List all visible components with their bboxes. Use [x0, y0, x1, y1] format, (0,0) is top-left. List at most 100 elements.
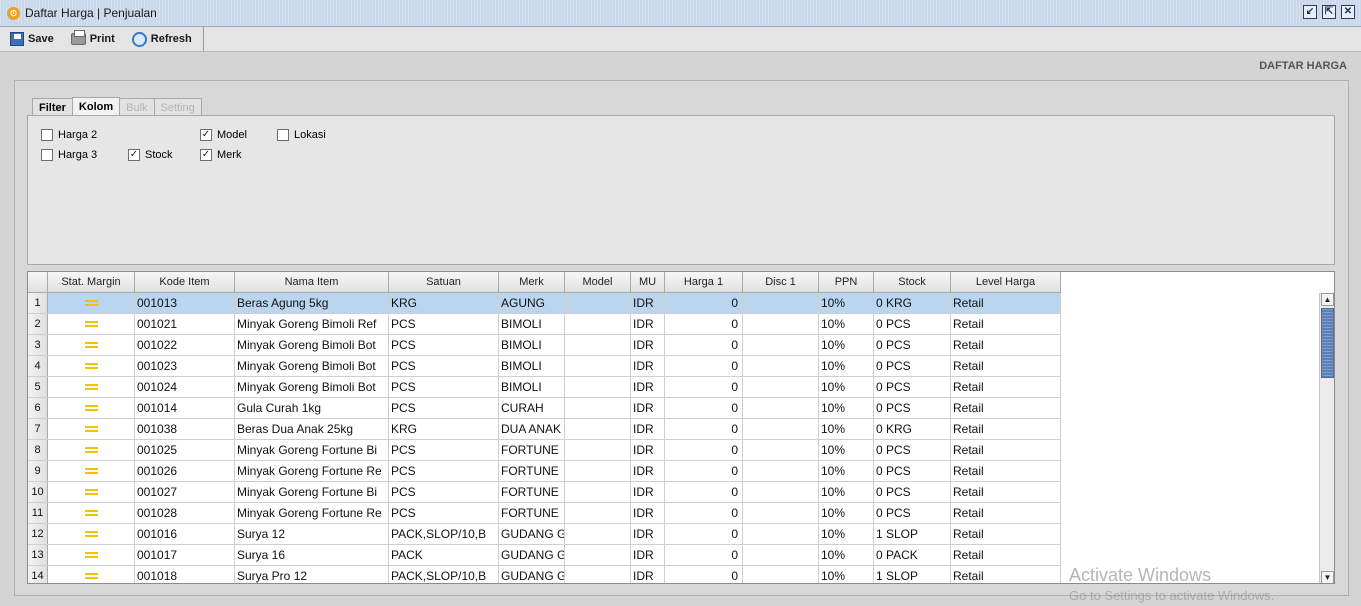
column-header[interactable]: Satuan	[389, 272, 499, 293]
cell-merk[interactable]: FORTUNE	[499, 461, 565, 481]
cell-stock[interactable]: 0 KRG	[874, 293, 951, 313]
column-header[interactable]: Stock	[874, 272, 951, 293]
cell-level[interactable]: Retail	[951, 482, 1061, 502]
cell-satuan[interactable]: PCS	[389, 398, 499, 418]
checkbox-box[interactable]	[41, 129, 53, 141]
checkbox-box[interactable]: ✓	[128, 149, 140, 161]
cell-satuan[interactable]: PCS	[389, 356, 499, 376]
cell-harga1[interactable]: 0	[665, 503, 743, 523]
checkbox-harga-3[interactable]: Harga 3	[41, 149, 97, 161]
cell-ppn[interactable]: 10%	[819, 314, 874, 334]
margin-status-cell[interactable]	[48, 482, 135, 502]
table-row[interactable]: 12 001016 Surya 12 PACK,SLOP/10,B GUDANG G ID…	[28, 524, 1061, 545]
margin-status-cell[interactable]	[48, 440, 135, 460]
cell-mu[interactable]: IDR	[631, 545, 665, 565]
column-header[interactable]: Stat. Margin	[48, 272, 135, 293]
cell-disc1[interactable]	[743, 398, 819, 418]
table-row[interactable]: 5 001024 Minyak Goreng Bimoli Bot PCS BIMOLI…	[28, 377, 1061, 398]
scroll-down-icon[interactable]: ▼	[1321, 571, 1334, 583]
cell-model[interactable]	[565, 566, 631, 583]
cell-stock[interactable]: 0 PCS	[874, 356, 951, 376]
cell-disc1[interactable]	[743, 356, 819, 376]
column-header[interactable]: Merk	[499, 272, 565, 293]
margin-status-cell[interactable]	[48, 545, 135, 565]
cell-nama[interactable]: Minyak Goreng Fortune Bi	[235, 440, 389, 460]
cell-nama[interactable]: Surya 16	[235, 545, 389, 565]
cell-nama[interactable]: Minyak Goreng Bimoli Ref	[235, 314, 389, 334]
cell-stock[interactable]: 0 PACK	[874, 545, 951, 565]
tab-kolom[interactable]: Kolom	[71, 97, 121, 116]
cell-level[interactable]: Retail	[951, 377, 1061, 397]
cell-model[interactable]	[565, 356, 631, 376]
cell-nama[interactable]: Surya 12	[235, 524, 389, 544]
cell-merk[interactable]: CURAH	[499, 398, 565, 418]
refresh-button[interactable]: Refresh	[122, 28, 199, 50]
cell-mu[interactable]: IDR	[631, 419, 665, 439]
cell-harga1[interactable]: 0	[665, 293, 743, 313]
margin-status-cell[interactable]	[48, 524, 135, 544]
cell-satuan[interactable]: PCS	[389, 461, 499, 481]
checkbox-box[interactable]: ✓	[200, 149, 212, 161]
cell-nama[interactable]: Minyak Goreng Bimoli Bot	[235, 377, 389, 397]
cell-kode[interactable]: 001018	[135, 566, 235, 583]
vertical-scrollbar[interactable]: ▲ ▼	[1319, 293, 1334, 583]
cell-model[interactable]	[565, 398, 631, 418]
cell-harga1[interactable]: 0	[665, 335, 743, 355]
cell-stock[interactable]: 0 PCS	[874, 377, 951, 397]
cell-nama[interactable]: Minyak Goreng Fortune Re	[235, 503, 389, 523]
cell-mu[interactable]: IDR	[631, 335, 665, 355]
cell-ppn[interactable]: 10%	[819, 524, 874, 544]
margin-status-cell[interactable]	[48, 398, 135, 418]
margin-status-cell[interactable]	[48, 335, 135, 355]
cell-model[interactable]	[565, 503, 631, 523]
cell-harga1[interactable]: 0	[665, 377, 743, 397]
table-row[interactable]: 8 001025 Minyak Goreng Fortune Bi PCS FORTUN…	[28, 440, 1061, 461]
cell-stock[interactable]: 0 PCS	[874, 482, 951, 502]
cell-nama[interactable]: Gula Curah 1kg	[235, 398, 389, 418]
cell-merk[interactable]: BIMOLI	[499, 356, 565, 376]
cell-level[interactable]: Retail	[951, 461, 1061, 481]
cell-disc1[interactable]	[743, 482, 819, 502]
cell-disc1[interactable]	[743, 440, 819, 460]
margin-status-cell[interactable]	[48, 503, 135, 523]
cell-ppn[interactable]: 10%	[819, 293, 874, 313]
cell-kode[interactable]: 001028	[135, 503, 235, 523]
cell-stock[interactable]: 0 PCS	[874, 503, 951, 523]
cell-mu[interactable]: IDR	[631, 377, 665, 397]
checkbox-box[interactable]	[277, 129, 289, 141]
cell-ppn[interactable]: 10%	[819, 377, 874, 397]
cell-disc1[interactable]	[743, 377, 819, 397]
cell-level[interactable]: Retail	[951, 545, 1061, 565]
cell-ppn[interactable]: 10%	[819, 335, 874, 355]
cell-disc1[interactable]	[743, 314, 819, 334]
cell-ppn[interactable]: 10%	[819, 503, 874, 523]
cell-mu[interactable]: IDR	[631, 503, 665, 523]
cell-kode[interactable]: 001025	[135, 440, 235, 460]
cell-level[interactable]: Retail	[951, 440, 1061, 460]
cell-nama[interactable]: Beras Agung 5kg	[235, 293, 389, 313]
minimize-icon[interactable]: ↙	[1303, 5, 1317, 19]
cell-mu[interactable]: IDR	[631, 440, 665, 460]
cell-mu[interactable]: IDR	[631, 461, 665, 481]
cell-model[interactable]	[565, 293, 631, 313]
column-header[interactable]: MU	[631, 272, 665, 293]
cell-disc1[interactable]	[743, 524, 819, 544]
cell-nama[interactable]: Surya Pro 12	[235, 566, 389, 583]
cell-harga1[interactable]: 0	[665, 566, 743, 583]
cell-harga1[interactable]: 0	[665, 482, 743, 502]
column-header[interactable]: Disc 1	[743, 272, 819, 293]
cell-harga1[interactable]: 0	[665, 398, 743, 418]
margin-status-cell[interactable]	[48, 314, 135, 334]
cell-stock[interactable]: 1 SLOP	[874, 566, 951, 583]
cell-harga1[interactable]: 0	[665, 524, 743, 544]
table-row[interactable]: 14 001018 Surya Pro 12 PACK,SLOP/10,B GUDANG…	[28, 566, 1061, 583]
cell-ppn[interactable]: 10%	[819, 419, 874, 439]
cell-satuan[interactable]: PCS	[389, 503, 499, 523]
cell-model[interactable]	[565, 335, 631, 355]
column-header[interactable]: Model	[565, 272, 631, 293]
cell-satuan[interactable]: PACK	[389, 545, 499, 565]
cell-harga1[interactable]: 0	[665, 461, 743, 481]
cell-model[interactable]	[565, 545, 631, 565]
margin-status-cell[interactable]	[48, 293, 135, 313]
cell-level[interactable]: Retail	[951, 356, 1061, 376]
